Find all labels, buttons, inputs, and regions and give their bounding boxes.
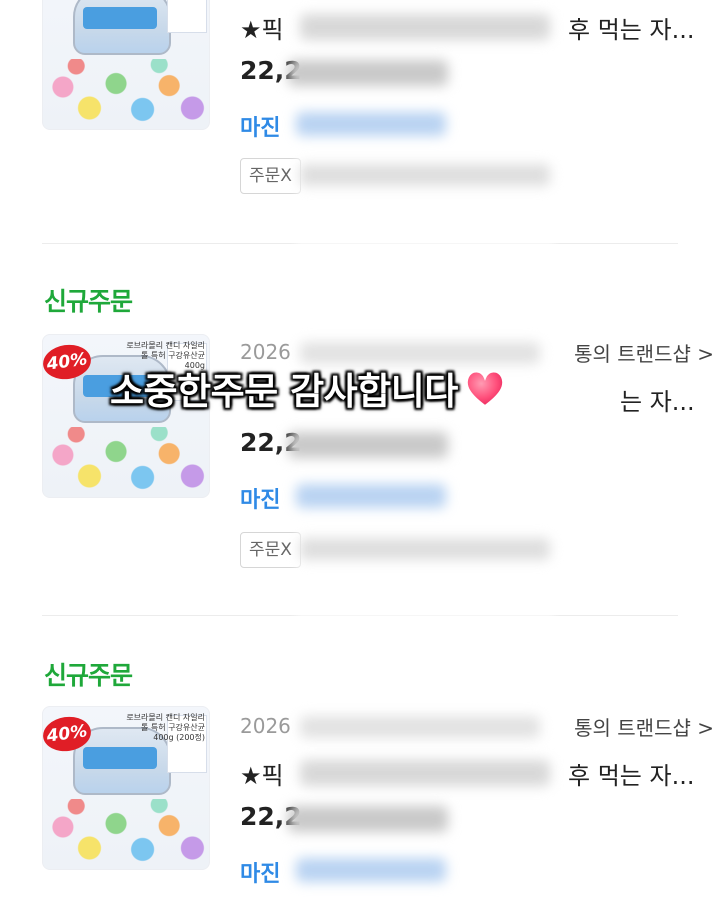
blur-mask	[300, 760, 550, 786]
title-end: 후 먹는 자...	[568, 762, 695, 790]
candies-image	[43, 799, 209, 869]
title-start: ★픽	[240, 762, 284, 790]
blur-mask	[300, 164, 550, 186]
new-order-badge: 신규주문	[44, 661, 133, 690]
shop-name-link[interactable]: 통의 트랜드샵 >	[574, 338, 714, 367]
blur-mask	[288, 806, 448, 832]
orderer-chip[interactable]: 주문X	[240, 158, 301, 194]
blur-mask	[296, 484, 446, 508]
title-end: 는 자...	[620, 388, 695, 416]
caption-text: 소중한주문 감사합니다	[110, 370, 458, 413]
title-start: ★픽	[240, 16, 284, 44]
product-desc-text: 로브라몰리 캔디 자일리톨 특허 구강유산균 400g (200정)	[126, 713, 205, 742]
overlay-caption: 소중한주문 감사합니다	[110, 361, 508, 415]
title-end: 후 먹는 자...	[568, 16, 695, 44]
blur-mask	[288, 60, 448, 86]
margin-label: 마진	[240, 488, 281, 513]
candies-image	[43, 427, 209, 497]
heart-icon	[462, 365, 508, 411]
new-order-badge: 신규주문	[44, 287, 133, 316]
blur-mask	[288, 432, 448, 458]
blur-mask	[300, 538, 550, 560]
blur-mask	[296, 858, 446, 882]
info-panel	[167, 0, 207, 33]
product-thumbnail[interactable]	[42, 0, 210, 130]
product-title[interactable]: ★픽	[240, 756, 284, 791]
margin-label: 마진	[240, 862, 281, 887]
blur-mask	[300, 716, 540, 738]
product-title[interactable]: ★픽	[240, 10, 284, 45]
order-date: 2026	[240, 714, 291, 738]
jar-label	[83, 747, 157, 769]
candies-image	[43, 59, 209, 129]
blur-mask	[300, 14, 550, 40]
product-thumbnail[interactable]: 40% 로브라몰리 캔디 자일리톨 특허 구강유산균 400g	[42, 334, 210, 498]
product-thumbnail[interactable]: 40% 로브라몰리 캔디 자일리톨 특허 구강유산균 400g (200정)	[42, 706, 210, 870]
margin-label: 마진	[240, 116, 281, 141]
shop-name-link[interactable]: 통의 트랜드샵 >	[574, 712, 714, 741]
jar-label	[83, 7, 157, 29]
blur-mask	[296, 112, 446, 136]
orderer-chip[interactable]: 주문X	[240, 532, 301, 568]
